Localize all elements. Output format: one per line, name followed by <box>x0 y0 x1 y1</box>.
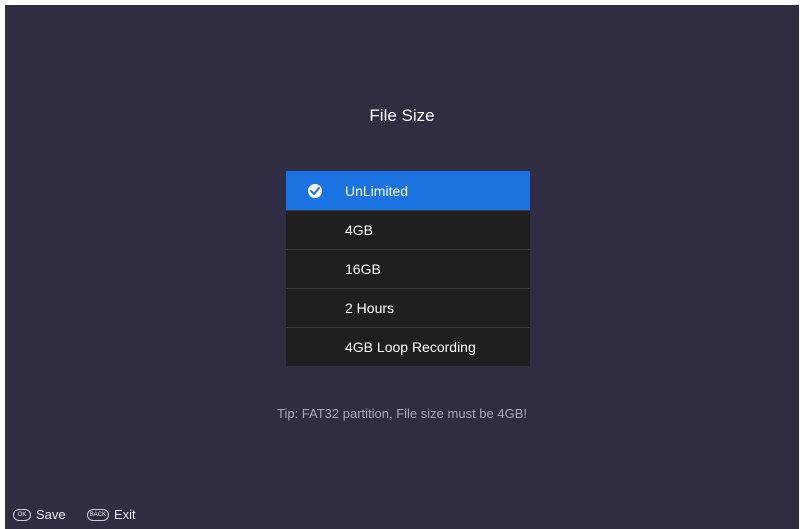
option-label: 2 Hours <box>345 300 395 316</box>
option-4gb[interactable]: 4GB <box>286 210 530 249</box>
file-size-options-list: UnLimited 4GB 16GB 2 Hours 4GB Loop Reco… <box>286 171 530 366</box>
footer-hints: OK Save BACK Exit <box>13 507 157 522</box>
file-size-screen: File Size UnLimited 4GB 16GB 2 Hours 4GB… <box>5 5 799 529</box>
exit-hint[interactable]: BACK Exit <box>86 507 136 522</box>
back-key-icon: BACK <box>86 508 109 521</box>
option-2-hours[interactable]: 2 Hours <box>286 288 530 327</box>
page-title: File Size <box>369 106 435 125</box>
option-4gb-loop-recording[interactable]: 4GB Loop Recording <box>286 327 530 366</box>
option-label: UnLimited <box>345 182 409 199</box>
option-16gb[interactable]: 16GB <box>286 249 530 288</box>
check-circle-icon <box>308 183 322 198</box>
option-label: 4GB Loop Recording <box>345 339 476 355</box>
option-label: 16GB <box>345 261 381 277</box>
option-label: 4GB <box>345 222 374 238</box>
exit-label: Exit <box>113 507 136 522</box>
tip-text: Tip: FAT32 partition, File size must be … <box>277 406 527 421</box>
ok-key-icon: OK <box>13 508 31 521</box>
option-unlimited[interactable]: UnLimited <box>286 171 530 210</box>
save-label: Save <box>36 507 66 522</box>
save-hint[interactable]: OK Save <box>13 507 66 522</box>
